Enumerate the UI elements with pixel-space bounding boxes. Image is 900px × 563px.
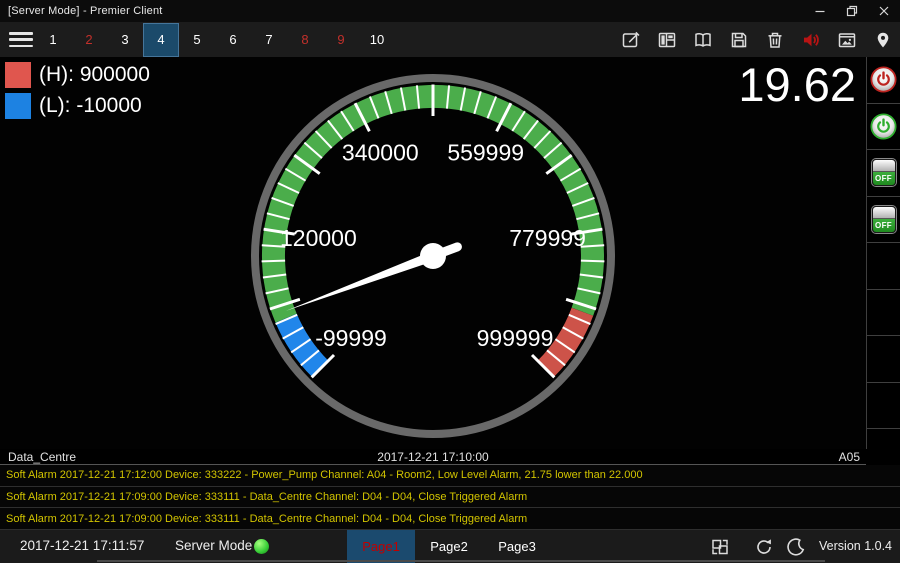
control-sidebar: OFF OFF <box>866 57 900 449</box>
reading-timestamp: 2017-12-21 17:10:00 <box>0 450 866 464</box>
page-switcher: Page1Page2Page3 <box>347 530 551 563</box>
gauge-scale-label: 120000 <box>280 225 357 251</box>
power-icon <box>870 66 897 93</box>
toggle-switch-body: OFF <box>872 206 896 233</box>
alarm-row[interactable]: Soft Alarm 2017-12-21 17:09:00 Device: 3… <box>0 487 900 509</box>
tab-5[interactable]: 5 <box>179 23 215 57</box>
clock: 2017-12-21 17:11:57 <box>20 538 144 553</box>
mode-label: Server Mode <box>175 538 252 553</box>
window-title: [Server Mode] - Premier Client <box>0 5 163 17</box>
status-indicator <box>254 539 269 554</box>
sync-icon[interactable] <box>752 535 776 559</box>
gauge: -99999 120000 340000 559999 779999 999999 <box>0 57 866 449</box>
panel-footer: Data_Centre 2017-12-21 17:10:00 A05 <box>0 449 866 465</box>
tab-8[interactable]: 8 <box>287 23 323 57</box>
minimize-button[interactable] <box>804 0 836 22</box>
gauge-needle <box>286 251 435 311</box>
power-icon <box>870 113 897 140</box>
app-window: [Server Mode] - Premier Client 123456789… <box>0 0 900 563</box>
power-button-red[interactable] <box>867 57 900 104</box>
close-icon <box>878 5 890 17</box>
status-bar: 2017-12-21 17:11:57 Server Mode Page1Pag… <box>0 530 900 563</box>
window-controls <box>804 0 900 22</box>
toggle-off-switch-2[interactable]: OFF <box>867 197 900 244</box>
toggle-lever <box>873 160 895 172</box>
toggle-lever <box>873 207 895 219</box>
layout-icon[interactable] <box>655 28 678 51</box>
page-tab-page1[interactable]: Page1 <box>347 530 415 563</box>
tab-3[interactable]: 3 <box>107 23 143 57</box>
channel-id: A05 <box>839 450 860 464</box>
power-button-green[interactable] <box>867 104 900 151</box>
title-bar: [Server Mode] - Premier Client <box>0 0 900 22</box>
tab-7[interactable]: 7 <box>251 23 287 57</box>
toolbar: 12345678910 <box>0 22 900 57</box>
alarm-row[interactable]: Soft Alarm 2017-12-21 17:12:00 Device: 3… <box>0 465 900 487</box>
page-tab-page3[interactable]: Page3 <box>483 530 551 563</box>
gauge-scale-label: 340000 <box>342 140 419 166</box>
page-tabs: 12345678910 <box>35 22 395 57</box>
moon-icon[interactable] <box>784 535 808 559</box>
gauge-scale-label: 999999 <box>477 325 554 351</box>
close-button[interactable] <box>868 0 900 22</box>
tab-1[interactable]: 1 <box>35 23 71 57</box>
gauge-minor-tick <box>581 261 605 262</box>
pages-icon[interactable] <box>708 535 732 559</box>
location-icon[interactable] <box>871 28 894 51</box>
restore-button[interactable] <box>836 0 868 22</box>
alarm-row[interactable]: Soft Alarm 2017-12-21 17:09:00 Device: 3… <box>0 508 900 530</box>
gauge-needle-hub <box>420 243 446 269</box>
save-icon[interactable] <box>727 28 750 51</box>
gauge-scale-label: -99999 <box>315 325 387 351</box>
gauge-scale-label: 559999 <box>447 140 524 166</box>
gauge-zone-normal <box>273 96 592 318</box>
book-icon[interactable] <box>691 28 714 51</box>
toggle-off-switch-1[interactable]: OFF <box>867 150 900 197</box>
sidebar-cell-empty <box>867 336 900 383</box>
restore-icon <box>846 5 858 17</box>
tab-2[interactable]: 2 <box>71 23 107 57</box>
sidebar-cell-empty <box>867 429 900 449</box>
sidebar-cell-empty <box>867 290 900 337</box>
page-tab-page2[interactable]: Page2 <box>415 530 483 563</box>
version-label: Version 1.0.4 <box>819 539 892 553</box>
tab-6[interactable]: 6 <box>215 23 251 57</box>
speaker-icon[interactable] <box>799 28 822 51</box>
alarm-list: Soft Alarm 2017-12-21 17:12:00 Device: 3… <box>0 465 900 530</box>
toggle-state-label: OFF <box>873 172 895 185</box>
tab-9[interactable]: 9 <box>323 23 359 57</box>
gauge-panel: (H): 900000 (L): -10000 19.62 -999991200… <box>0 57 866 449</box>
gauge-minor-tick <box>262 261 286 262</box>
sidebar-cell-empty <box>867 243 900 290</box>
delete-icon[interactable] <box>763 28 786 51</box>
horizontal-scrollbar[interactable] <box>97 560 825 562</box>
toolbar-actions <box>619 28 900 51</box>
snapshot-icon[interactable] <box>835 28 858 51</box>
sidebar-cell-empty <box>867 383 900 430</box>
gauge-scale-label: 779999 <box>509 225 586 251</box>
edit-icon[interactable] <box>619 28 642 51</box>
tab-10[interactable]: 10 <box>359 23 395 57</box>
menu-icon[interactable] <box>9 32 33 47</box>
toggle-state-label: OFF <box>873 219 895 232</box>
tab-4[interactable]: 4 <box>143 23 179 57</box>
toggle-switch-body: OFF <box>872 159 896 186</box>
minimize-icon <box>814 5 826 17</box>
